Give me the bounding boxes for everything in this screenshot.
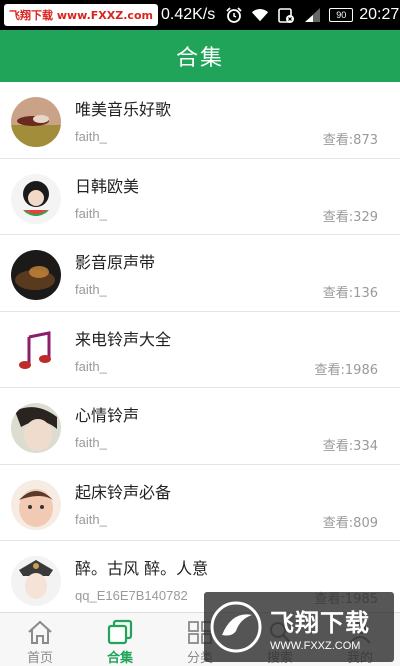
list-item-views: 查看:809 bbox=[322, 515, 378, 531]
nav-collection[interactable]: 合集 bbox=[80, 613, 160, 666]
status-time: 20:27 bbox=[359, 6, 400, 23]
alarm-icon bbox=[225, 6, 243, 24]
list-item-author: faith_ bbox=[75, 435, 107, 450]
collection-list: 唯美音乐好歌 faith_ 查看:873 日韩欧美 faith_ 查看:329 … bbox=[0, 82, 400, 618]
list-item-views: 查看:136 bbox=[322, 286, 378, 301]
list-item[interactable]: 来电铃声大全 faith_ 查看:1986 bbox=[0, 312, 400, 388]
avatar bbox=[11, 250, 61, 300]
battery-icon: 90 bbox=[329, 8, 354, 22]
wifi-icon bbox=[251, 6, 269, 24]
watermark-url: WWW.FXXZ.COM bbox=[270, 639, 361, 652]
watermark-text: 飞翔下载 WWW.FXXZ.COM bbox=[270, 603, 370, 652]
watermark-logo-icon bbox=[210, 601, 262, 653]
app-header: 合集 bbox=[0, 30, 400, 82]
page-title: 合集 bbox=[175, 46, 224, 71]
avatar bbox=[11, 173, 61, 224]
list-item[interactable]: 起床铃声必备 faith_ 查看:809 bbox=[0, 465, 400, 541]
home-icon bbox=[25, 619, 55, 645]
nav-home[interactable]: 首页 bbox=[0, 613, 80, 666]
list-item-title: 唯美音乐好歌 bbox=[75, 100, 172, 119]
sim-icon bbox=[277, 6, 295, 24]
network-speed: 0.42K/s bbox=[160, 6, 216, 23]
list-item[interactable]: 心情铃声 faith_ 查看:334 bbox=[0, 388, 400, 465]
list-item-views: 查看:329 bbox=[322, 209, 378, 225]
list-item-title: 起床铃声必备 bbox=[75, 482, 172, 502]
collection-icon bbox=[105, 619, 135, 645]
list-item[interactable]: 唯美音乐好歌 faith_ 查看:873 bbox=[0, 82, 400, 159]
list-item-title: 醉。古风 醉。人意 bbox=[75, 559, 209, 578]
avatar bbox=[11, 403, 61, 453]
avatar bbox=[11, 97, 61, 147]
signal-icon bbox=[303, 6, 321, 24]
list-item-author: faith_ bbox=[75, 511, 107, 527]
list-item-views: 查看:1986 bbox=[314, 362, 378, 378]
nav-label: 首页 bbox=[26, 651, 53, 666]
list-item-title: 心情铃声 bbox=[75, 406, 140, 425]
avatar bbox=[11, 326, 61, 377]
list-item-author: faith_ bbox=[75, 282, 107, 297]
list-item-author: faith_ bbox=[75, 358, 107, 374]
status-icons: 90 bbox=[225, 6, 359, 24]
status-bar: 飞翔下载 www.FXXZ.com 0.42K/s 90 20:27 bbox=[0, 0, 400, 30]
list-item-author: qq_E16E7B140782 bbox=[75, 588, 188, 603]
avatar bbox=[11, 556, 61, 606]
status-brand: 飞翔下载 www.FXXZ.com bbox=[4, 4, 158, 26]
list-item-title: 日韩欧美 bbox=[75, 176, 140, 196]
list-item[interactable]: 影音原声带 faith_ 查看:136 bbox=[0, 235, 400, 312]
watermark-brand: 飞翔下载 bbox=[270, 608, 370, 637]
list-item-views: 查看:873 bbox=[322, 133, 378, 148]
list-item-author: faith_ bbox=[75, 129, 107, 144]
nav-label: 合集 bbox=[106, 651, 133, 666]
list-item-title: 影音原声带 bbox=[75, 253, 156, 272]
list-item-title: 来电铃声大全 bbox=[75, 329, 172, 349]
watermark: 飞翔下载 WWW.FXXZ.COM bbox=[204, 592, 394, 662]
avatar bbox=[11, 479, 61, 530]
list-item-author: faith_ bbox=[75, 205, 107, 221]
list-item-views: 查看:334 bbox=[322, 439, 378, 454]
list-item[interactable]: 日韩欧美 faith_ 查看:329 bbox=[0, 159, 400, 235]
